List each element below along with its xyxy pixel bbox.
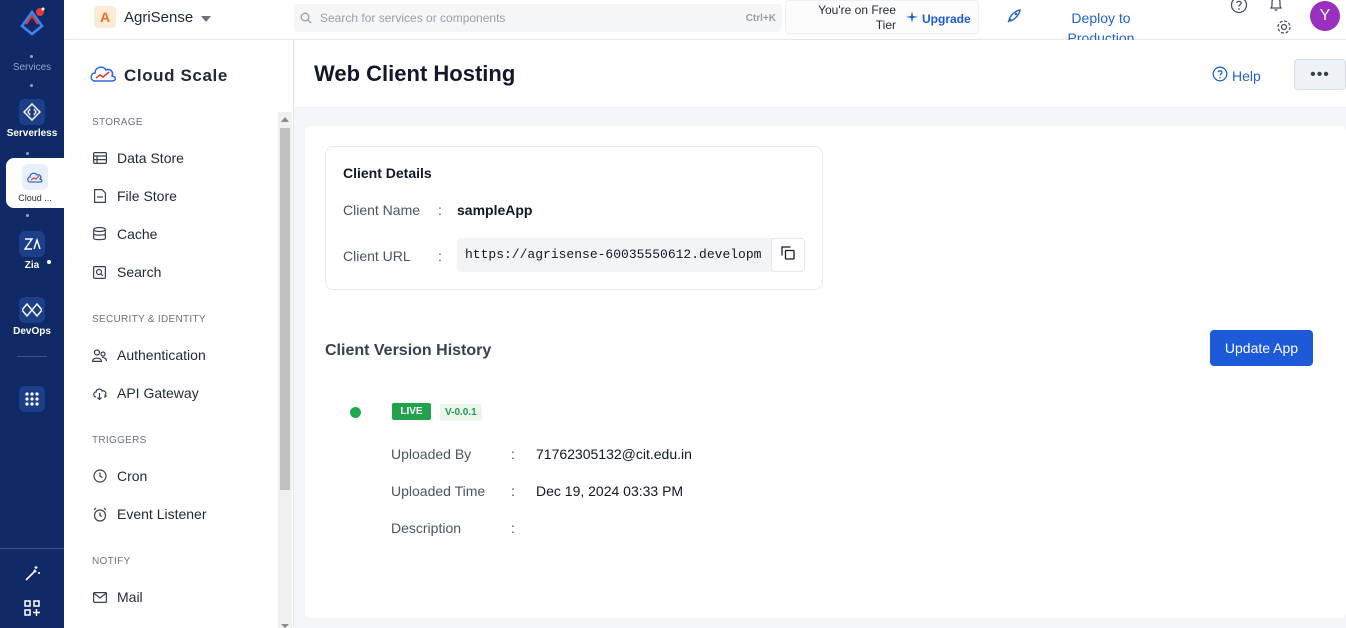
help-circle-icon: [1212, 66, 1228, 85]
content-card: Client Details Client Name : sampleApp C…: [305, 126, 1346, 618]
sidebar-item-mail[interactable]: Mail: [92, 589, 143, 605]
project-switcher[interactable]: A AgriSense: [94, 6, 212, 28]
client-details-heading: Client Details: [343, 165, 432, 181]
left-rail: Services Serverless Cloud ... Zia DevOps: [0, 0, 64, 628]
cloud-gateway-icon: [92, 386, 107, 401]
client-url-label: Client URL: [343, 248, 411, 264]
sidebar-item-cron[interactable]: Cron: [92, 468, 147, 484]
cloud-scale-icon: [88, 62, 118, 89]
sidebar-header: Cloud Scale: [88, 62, 228, 89]
app-logo-icon[interactable]: [16, 6, 48, 36]
chevron-down-icon: [201, 9, 212, 26]
sidebar-item-event-listener[interactable]: Event Listener: [92, 506, 207, 522]
bell-icon[interactable]: [1268, 0, 1284, 17]
client-name-label: Client Name: [343, 202, 421, 218]
users-icon: [92, 348, 107, 363]
sidebar-scrollbar[interactable]: [278, 112, 292, 628]
scrollbar-thumb[interactable]: [280, 128, 290, 490]
rocket-icon: [1006, 8, 1022, 29]
section-notify: NOTIFY: [92, 556, 131, 567]
project-name: AgriSense: [124, 8, 194, 26]
search-icon: [300, 12, 312, 24]
uploaded-time-label: Uploaded Time: [391, 483, 486, 499]
tier-text-line2: Tier: [875, 18, 896, 32]
uploaded-by-colon: :: [511, 446, 515, 462]
tier-banner: You're on Free Tier Upgrade: [785, 0, 979, 34]
more-options-button[interactable]: •••: [1294, 59, 1346, 90]
uploaded-by-value: 71762305132@cit.edu.in: [536, 446, 692, 462]
cloud-scale-icon: [22, 164, 48, 190]
client-name-colon: :: [438, 202, 442, 218]
database-icon: [92, 227, 107, 242]
sidebar-item-api-gateway[interactable]: API Gateway: [92, 385, 199, 401]
deploy-label-line1: Deploy to: [1071, 10, 1131, 26]
magic-wand-icon[interactable]: [0, 564, 64, 585]
service-sidebar: Cloud Scale STORAGE Data Store File Stor…: [64, 40, 294, 628]
sidebar-item-data-store[interactable]: Data Store: [92, 150, 184, 166]
apps-grid-icon[interactable]: [0, 386, 64, 415]
section-security-identity: SECURITY & IDENTITY: [92, 314, 206, 325]
serverless-icon: [19, 99, 45, 125]
uploaded-time-value: Dec 19, 2024 03:33 PM: [536, 483, 684, 499]
mail-icon: [92, 590, 107, 605]
uploaded-by-label: Uploaded By: [391, 446, 472, 462]
update-app-button[interactable]: Update App: [1210, 330, 1313, 366]
rail-item-zia[interactable]: Zia: [0, 231, 64, 271]
project-avatar: A: [94, 6, 116, 28]
upgrade-button[interactable]: Upgrade: [906, 11, 971, 26]
search-input[interactable]: Search for services or components Ctrl+K: [294, 4, 782, 32]
description-colon: :: [511, 520, 515, 536]
table-icon: [92, 151, 107, 166]
devops-icon: [19, 297, 45, 323]
section-triggers: TRIGGERS: [92, 435, 147, 446]
client-url-colon: :: [438, 248, 442, 264]
page-header: Web Client Hosting Help •••: [295, 40, 1346, 108]
sparkle-icon: [906, 11, 918, 26]
top-bar: A AgriSense Search for services or compo…: [64, 0, 1346, 46]
help-circle-icon[interactable]: [1230, 0, 1248, 19]
sidebar-item-search[interactable]: Search: [92, 264, 161, 280]
client-name-value: sampleApp: [457, 202, 533, 218]
live-status-dot: [350, 407, 361, 418]
alarm-icon: [92, 507, 107, 522]
sidebar-item-file-store[interactable]: File Store: [92, 188, 177, 204]
help-link[interactable]: Help: [1212, 66, 1261, 85]
sidebar-item-authentication[interactable]: Authentication: [92, 347, 206, 363]
section-storage: STORAGE: [92, 117, 143, 128]
sidebar-title: Cloud Scale: [124, 65, 228, 85]
search-shortcut: Ctrl+K: [745, 12, 776, 24]
rail-item-devops[interactable]: DevOps: [0, 297, 64, 337]
scroll-down-arrow-icon[interactable]: [281, 624, 289, 628]
page-title: Web Client Hosting: [314, 61, 516, 86]
version-badge: V-0.0.1: [440, 404, 482, 421]
search-placeholder: Search for services or components: [320, 11, 506, 25]
sidebar-item-cache[interactable]: Cache: [92, 226, 157, 242]
zia-icon: [19, 231, 45, 257]
user-avatar[interactable]: Y: [1310, 1, 1340, 31]
copy-icon: [781, 245, 795, 265]
scroll-up-arrow-icon[interactable]: [281, 117, 289, 122]
clock-icon: [92, 469, 107, 484]
client-url-value[interactable]: https://agrisense-60035550612.developm: [465, 247, 765, 262]
tier-text-line1: You're on Free: [818, 3, 896, 17]
file-icon: [92, 189, 107, 204]
description-label: Description: [391, 520, 462, 536]
main-content: Web Client Hosting Help ••• Client Detai…: [295, 40, 1346, 628]
live-badge: LIVE: [392, 403, 431, 420]
search-icon: [92, 265, 107, 280]
client-details-panel: Client Details Client Name : sampleApp C…: [325, 146, 823, 290]
gear-icon[interactable]: [1276, 19, 1292, 40]
copy-url-button[interactable]: [771, 238, 805, 272]
client-url-field[interactable]: https://agrisense-60035550612.developm: [457, 238, 805, 272]
uploaded-time-colon: :: [511, 483, 515, 499]
rail-services-label[interactable]: Services: [0, 52, 64, 73]
rail-item-serverless[interactable]: Serverless: [0, 99, 64, 139]
version-history-title: Client Version History: [325, 342, 492, 359]
rail-item-cloud-scale[interactable]: Cloud ...: [6, 158, 64, 208]
add-widget-icon[interactable]: [0, 600, 64, 619]
